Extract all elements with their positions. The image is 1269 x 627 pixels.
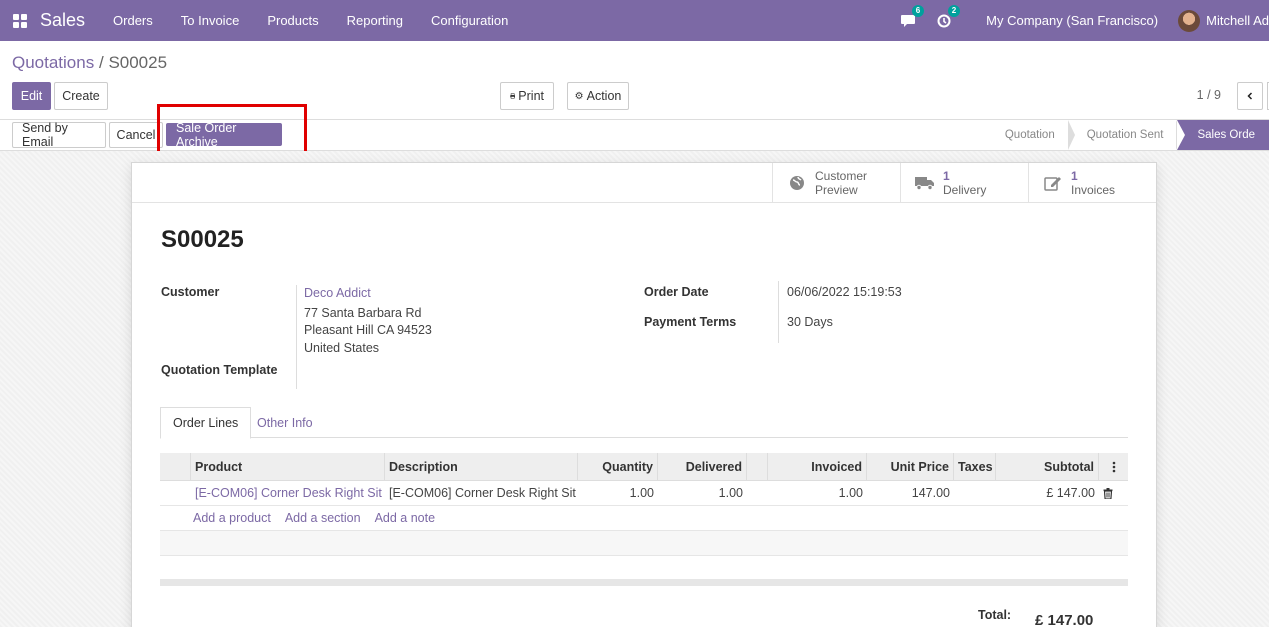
avatar — [1178, 9, 1201, 32]
messages-badge: 6 — [911, 4, 925, 17]
line-subtotal: £ 147.00 — [1046, 486, 1095, 500]
stage-quotation[interactable]: Quotation — [987, 120, 1075, 150]
tab-order-lines[interactable]: Order Lines — [160, 407, 252, 439]
print-button[interactable]: Print — [500, 82, 554, 110]
customer-address-city: Pleasant Hill CA 94523 — [304, 323, 432, 337]
line-invoiced: 1.00 — [838, 486, 863, 500]
column-quantity[interactable]: Quantity — [578, 453, 658, 480]
order-lines-table: Product Description Quantity Delivered I… — [160, 453, 1128, 556]
app-name[interactable]: Sales — [40, 10, 85, 31]
delivery-button[interactable]: 1 Delivery — [900, 163, 1028, 203]
cancel-button[interactable]: Cancel — [109, 122, 163, 148]
pager-previous-button[interactable] — [1237, 82, 1263, 110]
customer-link[interactable]: Deco Addict — [304, 286, 371, 300]
column-options-icon[interactable] — [1099, 453, 1128, 480]
action-label: Action — [586, 89, 622, 103]
table-header: Product Description Quantity Delivered I… — [160, 453, 1128, 481]
add-note-link[interactable]: Add a note — [375, 511, 435, 525]
messages-icon[interactable]: 6 — [890, 4, 926, 28]
chevron-left-icon — [1247, 92, 1253, 100]
menu-products[interactable]: Products — [253, 13, 332, 28]
annotation-highlight-box — [157, 104, 307, 158]
add-product-link[interactable]: Add a product — [193, 511, 271, 525]
menu-configuration[interactable]: Configuration — [417, 13, 522, 28]
handle-column — [160, 453, 191, 480]
line-taxes — [954, 481, 996, 505]
truck-icon — [915, 176, 935, 190]
column-description[interactable]: Description — [385, 453, 578, 480]
column-spacer — [747, 453, 768, 480]
breadcrumb-quotations[interactable]: Quotations — [12, 53, 94, 72]
payment-terms-value: 30 Days — [787, 315, 833, 329]
line-unit-price: 147.00 — [911, 486, 950, 500]
empty-row — [160, 531, 1128, 556]
invoices-button[interactable]: 1 Invoices — [1028, 163, 1156, 203]
breadcrumb: Quotations / S00025 — [12, 53, 167, 73]
customer-address-street: 77 Santa Barbara Rd — [304, 306, 422, 320]
breadcrumb-separator: / — [98, 53, 104, 72]
globe-icon — [787, 175, 807, 191]
line-product[interactable]: [E-COM06] Corner Desk Right Sit — [191, 481, 385, 505]
line-quantity: 1.00 — [629, 486, 654, 500]
top-navbar: Sales Orders To Invoice Products Reporti… — [0, 0, 1269, 41]
tab-other-info[interactable]: Other Info — [245, 407, 325, 438]
apps-menu-icon[interactable] — [0, 0, 40, 41]
delivery-label: Delivery — [943, 183, 987, 197]
stage-sales-order[interactable]: Sales Orde — [1177, 120, 1269, 150]
column-invoiced[interactable]: Invoiced — [768, 453, 867, 480]
order-date-value: 06/06/2022 15:19:53 — [787, 285, 902, 299]
column-delivered[interactable]: Delivered — [658, 453, 747, 480]
delivery-count: 1 — [943, 169, 950, 183]
invoices-label: Invoices — [1071, 183, 1116, 197]
print-icon — [510, 93, 516, 99]
print-label: Print — [518, 89, 544, 103]
total-label: Total: — [978, 608, 1012, 622]
line-delivered: 1.00 — [718, 486, 743, 500]
add-section-link[interactable]: Add a section — [285, 511, 361, 525]
trash-icon[interactable] — [1099, 481, 1128, 505]
edit-invoice-icon — [1043, 175, 1063, 191]
preview-line2: Preview — [815, 183, 858, 197]
preview-line1: Customer — [815, 169, 868, 183]
company-switcher[interactable]: My Company (San Francisco) — [962, 13, 1178, 28]
menu-to-invoice[interactable]: To Invoice — [167, 13, 254, 28]
edit-button[interactable]: Edit — [12, 82, 51, 110]
order-reference: S00025 — [161, 226, 244, 253]
column-product[interactable]: Product — [191, 453, 385, 480]
activities-icon[interactable]: 2 — [926, 4, 962, 28]
table-row[interactable]: [E-COM06] Corner Desk Right Sit [E-COM06… — [160, 481, 1128, 506]
quotation-template-label: Quotation Template — [161, 363, 278, 377]
invoices-count: 1 — [1071, 169, 1078, 183]
gear-icon: ⚙ — [574, 90, 584, 102]
action-button[interactable]: ⚙ Action — [567, 82, 629, 110]
line-description: [E-COM06] Corner Desk Right Sit — [389, 486, 576, 500]
order-date-label: Order Date — [644, 285, 709, 299]
payment-terms-label: Payment Terms — [644, 315, 737, 329]
total-value: £ 147.00 — [1035, 612, 1094, 627]
breadcrumb-current: S00025 — [108, 53, 168, 72]
user-menu[interactable]: Mitchell Ad — [1178, 9, 1269, 32]
table-footer — [160, 579, 1128, 586]
field-divider — [296, 285, 297, 389]
column-unit-price[interactable]: Unit Price — [867, 453, 954, 480]
menu-orders[interactable]: Orders — [99, 13, 167, 28]
customer-address-country: United States — [304, 341, 380, 355]
column-subtotal[interactable]: Subtotal — [996, 453, 1099, 480]
add-line-row: Add a product Add a section Add a note — [160, 506, 1128, 531]
customer-preview-button[interactable]: Customer Preview — [772, 163, 900, 203]
column-taxes[interactable]: Taxes — [954, 453, 996, 480]
smart-buttons: Customer Preview 1 Delivery 1 Invoices — [132, 163, 1156, 203]
form-sheet: Customer Preview 1 Delivery 1 Invoices S000… — [131, 162, 1157, 627]
create-button[interactable]: Create — [54, 82, 108, 110]
notebook-tabs: Order Lines Other Info — [160, 407, 1128, 439]
customer-label: Customer — [161, 285, 220, 299]
menu-reporting[interactable]: Reporting — [333, 13, 417, 28]
field-divider-right — [778, 281, 779, 343]
activities-badge: 2 — [947, 4, 961, 17]
stage-quotation-sent[interactable]: Quotation Sent — [1069, 120, 1184, 150]
pager-value[interactable]: 1 / 9 — [1197, 88, 1221, 102]
stage-pipeline: Quotation Quotation Sent Sales Orde — [987, 120, 1269, 150]
user-name: Mitchell Ad — [1206, 13, 1269, 28]
send-by-email-button[interactable]: Send by Email — [12, 121, 106, 149]
